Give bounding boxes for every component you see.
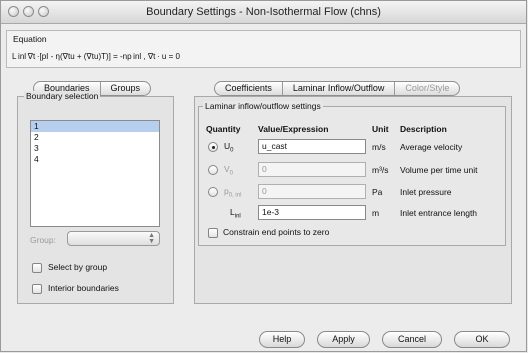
list-item[interactable]: 1 <box>31 121 159 132</box>
apply-button[interactable]: Apply <box>317 331 370 348</box>
tab-groups[interactable]: Groups <box>101 82 151 95</box>
cancel-button[interactable]: Cancel <box>382 331 442 348</box>
l-inl-value-input[interactable]: 1e-3 <box>258 205 366 220</box>
list-item[interactable]: 3 <box>31 143 159 154</box>
constrain-end-points-label: Constrain end points to zero <box>223 227 330 237</box>
header-value: Value/Expression <box>258 124 329 134</box>
u0-unit: m/s <box>372 142 386 152</box>
v0-radio[interactable] <box>208 165 218 175</box>
laminar-settings-legend: Laminar inflow/outflow settings <box>203 101 323 111</box>
group-label: Group: <box>30 235 56 245</box>
p0-inl-unit: Pa <box>372 187 383 197</box>
p0-inl-description: Inlet pressure <box>400 187 452 197</box>
boundary-settings-window: Boundary Settings - Non-Isothermal Flow … <box>0 0 527 352</box>
ok-button[interactable]: OK <box>454 331 510 348</box>
p0-inl-value-input[interactable]: 0 <box>258 184 366 199</box>
tab-laminar-inflow-outflow[interactable]: Laminar Inflow/Outflow <box>283 82 396 95</box>
equation-text: L inl ∇t ·[pI - η(∇tu + (∇tu)T)] = -np i… <box>12 52 180 61</box>
right-tab-bar: Coefficients Laminar Inflow/Outflow Colo… <box>214 81 461 96</box>
header-unit: Unit <box>372 124 389 134</box>
v0-unit: m³/s <box>372 165 389 175</box>
interior-boundaries-checkbox[interactable] <box>32 284 42 294</box>
u0-description: Average velocity <box>400 142 463 152</box>
equation-label: Equation <box>13 34 47 44</box>
list-item[interactable]: 4 <box>31 154 159 165</box>
v0-quantity: V0 <box>224 164 234 177</box>
boundary-selection-legend: Boundary selection <box>24 91 101 101</box>
p0-inl-radio[interactable] <box>208 187 218 197</box>
p0-inl-quantity: p0, inl <box>224 186 242 199</box>
interior-boundaries-label: Interior boundaries <box>48 283 119 293</box>
u0-value-input[interactable]: u_cast <box>258 139 366 154</box>
header-quantity: Quantity <box>206 124 241 134</box>
chevron-updown-icon: ▲ ▼ <box>148 232 155 245</box>
list-item[interactable]: 2 <box>31 132 159 143</box>
l-inl-quantity: Linl <box>230 207 241 220</box>
group-select[interactable]: ▲ ▼ <box>67 231 160 246</box>
help-button[interactable]: Help <box>259 331 305 348</box>
select-by-group-checkbox[interactable] <box>32 263 42 273</box>
boundary-list[interactable]: 1 2 3 4 <box>30 120 160 227</box>
l-inl-description: Inlet entrance length <box>400 208 478 218</box>
constrain-end-points-checkbox[interactable] <box>208 228 218 238</box>
window-title: Boundary Settings - Non-Isothermal Flow … <box>146 6 381 18</box>
equation-panel: Equation L inl ∇t ·[pI - η(∇tu + (∇tu)T)… <box>6 30 521 68</box>
u0-quantity: U0 <box>224 141 234 154</box>
title-bar[interactable]: Boundary Settings - Non-Isothermal Flow … <box>1 1 526 24</box>
select-by-group-label: Select by group <box>48 262 108 272</box>
v0-description: Volume per time unit <box>400 165 478 175</box>
u0-radio[interactable] <box>208 142 218 152</box>
v0-value-input[interactable]: 0 <box>258 162 366 177</box>
tab-color-style[interactable]: Color/Style <box>395 82 459 95</box>
l-inl-unit: m <box>372 208 380 218</box>
tab-coefficients[interactable]: Coefficients <box>215 82 283 95</box>
header-description: Description <box>400 124 447 134</box>
